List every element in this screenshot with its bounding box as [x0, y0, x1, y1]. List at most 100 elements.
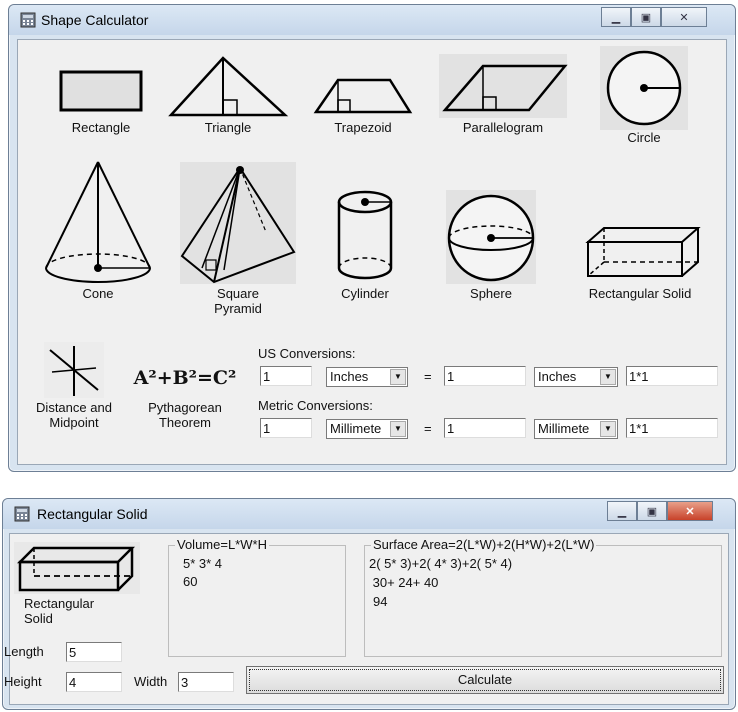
cone-label: Cone	[82, 286, 114, 301]
chevron-down-icon: ▼	[600, 421, 616, 437]
chevron-down-icon: ▼	[390, 421, 406, 437]
cone-shape-button[interactable]: Cone	[38, 158, 158, 301]
close-button[interactable]: ✕	[667, 501, 713, 521]
trapezoid-label: Trapezoid	[334, 120, 392, 135]
distance-midpoint-label: Distance and Midpoint	[36, 400, 112, 430]
trapezoid-icon	[313, 78, 413, 114]
rectangular-solid-window: Rectangular Solid ▁ ▣ ✕ Rectangular Soli…	[2, 498, 736, 710]
maximize-button[interactable]: ▣	[637, 501, 667, 521]
metric-input[interactable]: 1	[260, 418, 312, 438]
length-input[interactable]: 5	[66, 642, 122, 662]
volume-result: 60	[183, 574, 198, 589]
triangle-label: Triangle	[204, 120, 252, 135]
rectangular-solid-icon	[585, 227, 701, 277]
calculator-app-icon	[20, 12, 36, 28]
square-pyramid-shape-button[interactable]: Square Pyramid	[168, 160, 308, 316]
sphere-label: Sphere	[470, 286, 512, 301]
close-button[interactable]: ✕	[661, 7, 707, 27]
window-title: Rectangular Solid	[37, 506, 148, 522]
cylinder-icon	[337, 190, 393, 280]
minimize-button[interactable]: ▁	[607, 501, 637, 521]
surface-area-group: Surface Area=2(L*W)+2(H*W)+2(L*W) 2( 5* …	[364, 537, 722, 657]
cone-icon	[45, 161, 151, 283]
us-output: 1	[444, 366, 526, 386]
metric-from-unit-select[interactable]: Millimete ▼	[326, 419, 408, 439]
maximize-button[interactable]: ▣	[631, 7, 661, 27]
us-factor-field: 1*1	[626, 366, 718, 386]
close-icon: ✕	[685, 505, 695, 518]
pythagorean-shape-button[interactable]: A²+B²=C² Pythagorean Theorem	[126, 350, 244, 430]
pythagorean-formula: A²+B²=C²	[133, 367, 237, 389]
rectangular-solid-shape-button[interactable]: Rectangular Solid	[570, 208, 710, 301]
trapezoid-shape-button[interactable]: Trapezoid	[308, 50, 418, 135]
maximize-icon: ▣	[640, 11, 652, 24]
us-from-unit-select[interactable]: Inches ▼	[326, 367, 408, 387]
metric-output: 1	[444, 418, 526, 438]
height-label: Height	[4, 674, 42, 689]
surface-area-terms: 30+ 24+ 40	[369, 575, 439, 590]
minimize-button[interactable]: ▁	[601, 7, 631, 27]
chevron-down-icon: ▼	[390, 369, 406, 385]
rectangle-label: Rectangle	[71, 120, 131, 135]
volume-formula-label: Volume=L*W*H	[175, 537, 269, 552]
rectangle-shape-button[interactable]: Rectangle	[46, 50, 156, 135]
sphere-shape-button[interactable]: Sphere	[436, 188, 546, 301]
us-input[interactable]: 1	[260, 366, 312, 386]
title-bar[interactable]: Rectangular Solid ▁ ▣ ✕	[3, 499, 735, 529]
shape-calculator-window: Shape Calculator ▁ ▣ ✕ Rectangle Triangl…	[8, 4, 736, 472]
parallelogram-icon	[439, 54, 568, 118]
shape-calculator-client: Rectangle Triangle Trapezoid Parallelogr…	[17, 39, 727, 465]
us-conversions-label: US Conversions:	[258, 346, 356, 361]
us-equals-sign: =	[424, 369, 432, 384]
circle-label: Circle	[627, 130, 661, 145]
metric-to-unit-select[interactable]: Millimete ▼	[534, 419, 618, 439]
parallelogram-shape-button[interactable]: Parallelogram	[433, 50, 573, 135]
maximize-icon: ▣	[646, 505, 658, 518]
minimize-icon: ▁	[611, 11, 621, 24]
length-label: Length	[4, 644, 44, 659]
calculate-label: Calculate	[249, 669, 721, 691]
us-from-unit-value: Inches	[330, 369, 369, 384]
triangle-shape-button[interactable]: Triangle	[163, 50, 293, 135]
calculator-app-icon	[14, 506, 30, 522]
rectangular-solid-label: Rectangular Solid	[24, 596, 95, 626]
square-pyramid-icon	[180, 162, 296, 284]
surface-area-result: 94	[373, 594, 388, 609]
width-label: Width	[134, 674, 168, 689]
rectangle-icon	[59, 70, 143, 112]
rectangular-solid-client: Rectangular Solid Volume=L*W*H 5* 3* 4 6…	[4, 533, 729, 705]
sphere-icon	[446, 190, 536, 284]
metric-conversions-label: Metric Conversions:	[258, 398, 373, 413]
minimize-icon: ▁	[617, 505, 627, 518]
cylinder-shape-button[interactable]: Cylinder	[320, 188, 410, 301]
distance-midpoint-icon	[44, 342, 104, 398]
surface-area-expression: 2( 5* 3)+2( 4* 3)+2( 5* 4)	[369, 556, 513, 571]
metric-to-unit-value: Millimete	[538, 421, 590, 436]
triangle-icon	[168, 56, 289, 117]
volume-group: Volume=L*W*H 5* 3* 4 60	[168, 537, 346, 657]
surface-area-formula-label: Surface Area=2(L*W)+2(H*W)+2(L*W)	[371, 537, 597, 552]
circle-icon	[600, 46, 688, 130]
close-icon: ✕	[679, 11, 689, 24]
chevron-down-icon: ▼	[600, 369, 616, 385]
metric-equals-sign: =	[424, 421, 432, 436]
pythagorean-label: Pythagorean Theorem	[148, 400, 222, 430]
volume-expression: 5* 3* 4	[183, 556, 223, 571]
window-title: Shape Calculator	[41, 12, 149, 28]
parallelogram-label: Parallelogram	[462, 120, 544, 135]
rectangular-solid-label: Rectangular Solid	[588, 286, 692, 301]
square-pyramid-label: Square Pyramid	[214, 286, 262, 316]
distance-midpoint-shape-button[interactable]: Distance and Midpoint	[24, 340, 124, 430]
calculate-button[interactable]: Calculate	[246, 666, 724, 694]
metric-from-unit-value: Millimete	[330, 421, 382, 436]
width-input[interactable]: 3	[178, 672, 234, 692]
rectangular-solid-icon	[14, 542, 140, 594]
cylinder-label: Cylinder	[341, 286, 389, 301]
height-input[interactable]: 4	[66, 672, 122, 692]
metric-factor-field: 1*1	[626, 418, 718, 438]
us-to-unit-select[interactable]: Inches ▼	[534, 367, 618, 387]
rectangular-solid-shape: Rectangular Solid	[12, 540, 142, 626]
us-to-unit-value: Inches	[538, 369, 577, 384]
title-bar[interactable]: Shape Calculator ▁ ▣ ✕	[9, 5, 735, 35]
circle-shape-button[interactable]: Circle	[594, 44, 694, 145]
